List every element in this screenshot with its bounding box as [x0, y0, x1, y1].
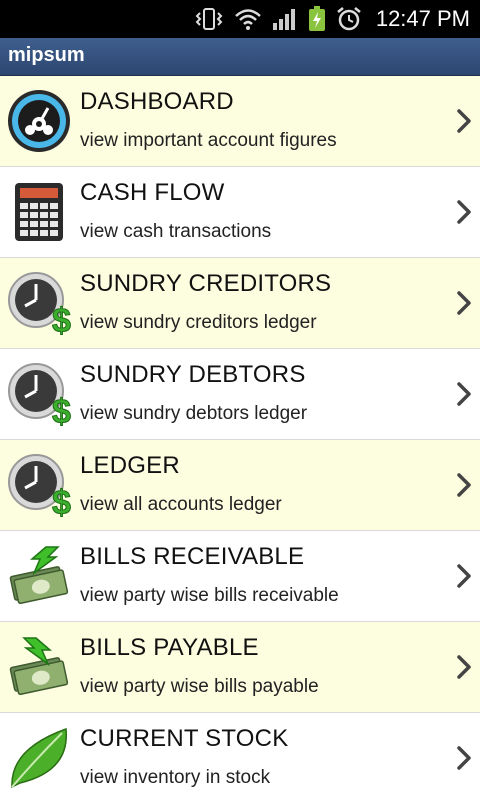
menu-item-subtitle: view all accounts ledger — [80, 494, 282, 515]
chevron-right-icon — [457, 109, 471, 133]
chevron-right-icon — [457, 473, 471, 497]
menu-item-subtitle: view sundry debtors ledger — [80, 403, 308, 424]
chevron-right-icon — [457, 655, 471, 679]
menu-item-current-stock[interactable]: CURRENT STOCK view inventory in stock — [0, 713, 480, 800]
clock-dollar-icon: $ — [8, 272, 72, 336]
menu-item-title: LEDGER — [80, 452, 180, 479]
menu-item-subtitle: view party wise bills receivable — [80, 585, 339, 606]
menu-item-subtitle: view party wise bills payable — [80, 676, 319, 697]
battery-charging-icon — [309, 6, 325, 31]
signal-icon — [273, 9, 295, 30]
menu-list: DASHBOARD view important account figures… — [0, 76, 480, 800]
clock-dollar-icon: $ — [8, 363, 72, 427]
svg-text:$: $ — [52, 393, 71, 427]
status-time: 12:47 PM — [375, 6, 470, 31]
status-icons — [194, 6, 362, 32]
clock-dollar-icon: $ — [8, 454, 72, 518]
chevron-right-icon — [457, 746, 471, 770]
menu-item-subtitle: view inventory in stock — [80, 767, 271, 788]
menu-item-title: DASHBOARD — [80, 88, 234, 115]
menu-item-sundry-debtors[interactable]: $ SUNDRY DEBTORS view sundry debtors led… — [0, 349, 480, 440]
alarm-icon — [337, 7, 361, 31]
menu-item-bills-receivable[interactable]: BILLS RECEIVABLE view party wise bills r… — [0, 531, 480, 622]
menu-item-cash-flow[interactable]: CASH FLOW view cash transactions — [0, 167, 480, 258]
chevron-right-icon — [457, 382, 471, 406]
menu-item-title: CASH FLOW — [80, 179, 225, 206]
menu-item-title: BILLS PAYABLE — [80, 634, 259, 661]
menu-item-subtitle: view sundry creditors ledger — [80, 312, 317, 333]
menu-item-title: SUNDRY DEBTORS — [80, 361, 306, 388]
menu-item-sundry-creditors[interactable]: $ SUNDRY CREDITORS view sundry creditors… — [0, 258, 480, 349]
menu-item-subtitle: view important account figures — [80, 130, 337, 151]
money-arrow-in-icon — [9, 546, 69, 605]
svg-text:$: $ — [52, 302, 71, 336]
menu-item-dashboard[interactable]: DASHBOARD view important account figures — [0, 76, 480, 167]
menu-item-ledger[interactable]: $ LEDGER view all accounts ledger — [0, 440, 480, 531]
calculator-icon — [15, 183, 63, 241]
svg-text:$: $ — [52, 484, 71, 518]
dashboard-gauge-icon — [8, 90, 70, 152]
wifi-icon — [235, 9, 261, 30]
menu-item-title: SUNDRY CREDITORS — [80, 270, 332, 297]
menu-item-bills-payable[interactable]: BILLS PAYABLE view party wise bills paya… — [0, 622, 480, 713]
app-title: mipsum — [8, 44, 85, 66]
leaf-icon — [11, 727, 68, 789]
chevron-right-icon — [457, 564, 471, 588]
menu-item-title: CURRENT STOCK — [80, 725, 289, 752]
menu-item-subtitle: view cash transactions — [80, 221, 272, 242]
status-bar: 12:47 PM — [0, 0, 480, 38]
menu-item-title: BILLS RECEIVABLE — [80, 543, 305, 570]
chevron-right-icon — [457, 200, 471, 224]
vibrate-icon — [195, 8, 223, 30]
chevron-right-icon — [457, 291, 471, 315]
money-arrow-out-icon — [9, 637, 69, 696]
app-title-bar: mipsum — [0, 38, 480, 76]
